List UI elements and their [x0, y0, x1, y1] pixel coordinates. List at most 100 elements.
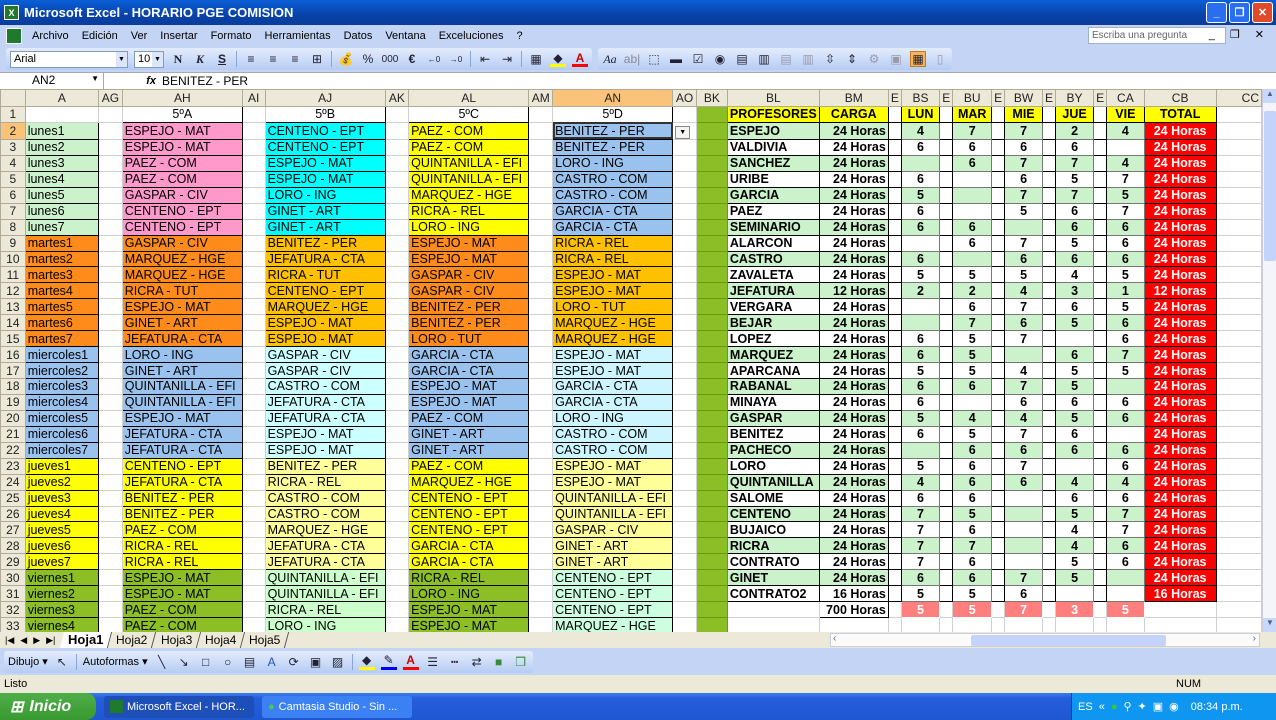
- schedule-cell-5a[interactable]: JEFATURA - CTA: [121, 330, 243, 348]
- schedule-cell-5d[interactable]: GARCIA - CTA: [552, 378, 674, 395]
- schedule-cell-5d[interactable]: LORO - ING: [552, 154, 674, 172]
- menu-help[interactable]: ?: [517, 30, 523, 42]
- cell[interactable]: [900, 617, 941, 632]
- schedule-cell-5a[interactable]: GASPAR - CIV: [121, 186, 243, 204]
- teacher-name[interactable]: BUJAICO: [726, 521, 820, 539]
- time-slot-cell[interactable]: miercoles7: [24, 441, 100, 459]
- rectangle-icon[interactable]: □: [198, 654, 214, 670]
- cell[interactable]: [384, 601, 410, 619]
- row-header[interactable]: 14: [0, 314, 26, 332]
- cell[interactable]: [1106, 617, 1145, 632]
- day-hours-lun[interactable]: 4: [900, 473, 941, 491]
- horizontal-scrollbar[interactable]: ‹ ›: [830, 633, 1260, 647]
- cell[interactable]: [241, 314, 266, 332]
- teacher-load[interactable]: 24 Horas: [818, 170, 889, 188]
- cell[interactable]: [528, 617, 554, 632]
- teacher-name[interactable]: VALDIVIA: [726, 138, 820, 156]
- cell[interactable]: [672, 473, 697, 491]
- menu-archivo[interactable]: Archivo: [32, 30, 69, 42]
- day-hours-vie[interactable]: 5: [1106, 266, 1145, 284]
- cell[interactable]: [672, 266, 697, 284]
- dropdown-arrow-icon[interactable]: ▼: [675, 125, 691, 139]
- time-slot-cell[interactable]: martes4: [24, 282, 100, 300]
- schedule-cell-5c[interactable]: MARQUEZ - HGE: [408, 186, 530, 204]
- schedule-cell-5b[interactable]: BENITEZ - PER: [264, 234, 386, 252]
- day-hours-vie[interactable]: 6: [1106, 330, 1145, 348]
- day-hours-mar[interactable]: 6: [952, 473, 993, 491]
- time-slot-cell[interactable]: jueves4: [24, 505, 100, 523]
- cell[interactable]: [241, 425, 266, 443]
- font-color-icon[interactable]: A: [402, 653, 419, 670]
- cell[interactable]: [528, 346, 554, 364]
- teacher-name[interactable]: MARQUEZ: [726, 346, 820, 364]
- cell[interactable]: [241, 601, 266, 619]
- teacher-name[interactable]: SANCHEZ: [726, 154, 820, 172]
- schedule-cell-5d[interactable]: ESPEJO - MAT: [552, 266, 674, 284]
- cell[interactable]: [528, 218, 554, 236]
- day-hours-lun[interactable]: 5: [900, 186, 941, 204]
- teacher-name[interactable]: URIBE: [726, 170, 820, 188]
- day-hours-vie[interactable]: 6: [1106, 218, 1145, 236]
- day-hours-lun[interactable]: 6: [900, 202, 941, 220]
- column-header[interactable]: AI: [241, 89, 266, 107]
- row-header[interactable]: 11: [0, 266, 26, 284]
- day-hours-lun[interactable]: 7: [900, 537, 941, 555]
- day-hours-jue[interactable]: 7: [1054, 186, 1095, 204]
- cell[interactable]: [672, 330, 697, 348]
- cell[interactable]: [241, 505, 266, 523]
- class-header[interactable]: 5ºA: [121, 106, 243, 123]
- column-header[interactable]: E: [1041, 89, 1056, 107]
- teacher-total[interactable]: 24 Horas: [1143, 346, 1217, 364]
- day-hours-jue[interactable]: 5: [1054, 569, 1095, 587]
- schedule-cell-5c[interactable]: ESPEJO - MAT: [408, 378, 530, 395]
- teacher-total[interactable]: 24 Horas: [1143, 393, 1217, 411]
- line-icon[interactable]: ╲: [154, 654, 170, 670]
- day-hours-lun[interactable]: 5: [900, 457, 941, 475]
- column-header[interactable]: A: [24, 89, 100, 107]
- day-hours-mie[interactable]: 7: [1004, 186, 1043, 204]
- row-header[interactable]: 1: [0, 106, 26, 123]
- cell[interactable]: [384, 218, 410, 236]
- day-hours-jue[interactable]: 4: [1054, 521, 1095, 539]
- cell[interactable]: [98, 489, 123, 507]
- teacher-total[interactable]: 24 Horas: [1143, 202, 1217, 220]
- cell[interactable]: [528, 106, 554, 123]
- teacher-total[interactable]: 24 Horas: [1143, 441, 1217, 459]
- cell[interactable]: [384, 250, 410, 268]
- day-hours-vie[interactable]: 6: [1106, 441, 1145, 459]
- schedule-cell-5d[interactable]: ESPEJO - MAT: [552, 362, 674, 379]
- schedule-cell-5a[interactable]: PAEZ - COM: [121, 617, 243, 632]
- cell[interactable]: [528, 505, 554, 523]
- cell[interactable]: [98, 362, 123, 379]
- cell[interactable]: [98, 282, 123, 300]
- teacher-name[interactable]: CONTRATO2: [726, 585, 820, 603]
- day-hours-mie[interactable]: [1004, 553, 1043, 571]
- row-header[interactable]: 22: [0, 441, 26, 459]
- day-hours-jue[interactable]: 2: [1054, 121, 1095, 140]
- day-hours-mie[interactable]: 7: [1004, 121, 1043, 140]
- time-slot-cell[interactable]: lunes6: [24, 202, 100, 220]
- cell[interactable]: [528, 170, 554, 188]
- groupbox-icon[interactable]: ⬚: [646, 51, 662, 67]
- menu-exceluciones[interactable]: Exceluciones: [439, 30, 504, 42]
- row-header[interactable]: 33: [0, 617, 26, 632]
- restore-button[interactable]: ❐: [1229, 2, 1250, 23]
- day-hours-lun[interactable]: 5: [900, 362, 941, 379]
- day-hours-mar[interactable]: [952, 250, 993, 268]
- day-hours-lun[interactable]: 7: [900, 553, 941, 571]
- next-sheet-icon[interactable]: ▶: [33, 635, 40, 646]
- cell[interactable]: [241, 154, 266, 172]
- cell[interactable]: [672, 441, 697, 459]
- ask-question-input[interactable]: Escriba una pregunta: [1088, 27, 1226, 44]
- teacher-name[interactable]: BEJAR: [726, 314, 820, 332]
- teacher-total[interactable]: 24 Horas: [1143, 473, 1217, 491]
- day-hours-jue[interactable]: 4: [1054, 266, 1095, 284]
- cell[interactable]: [1215, 170, 1262, 188]
- cell[interactable]: [1215, 330, 1262, 348]
- time-slot-cell[interactable]: miercoles4: [24, 393, 100, 411]
- cell[interactable]: [384, 393, 410, 411]
- cell[interactable]: [1215, 553, 1262, 571]
- cell[interactable]: [241, 346, 266, 364]
- cell[interactable]: [1215, 314, 1262, 332]
- day-hours-vie[interactable]: [1106, 138, 1145, 156]
